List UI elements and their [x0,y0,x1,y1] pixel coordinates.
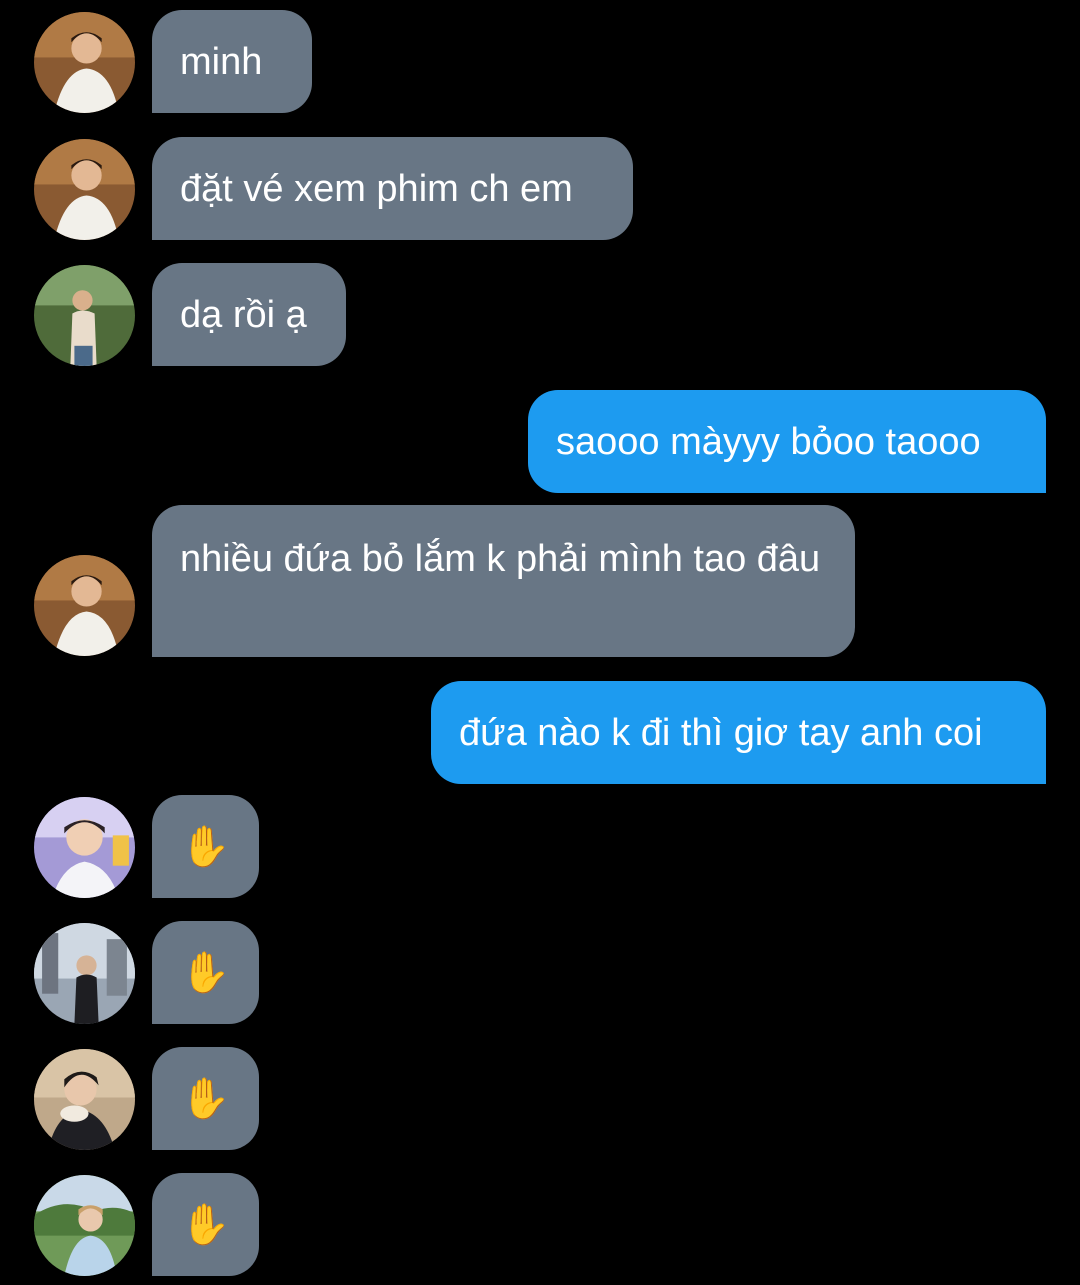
raised-hand-emoji: ✋ [180,950,231,995]
message-text: đặt vé xem phim ch em [180,167,573,210]
avatar-user-a[interactable] [34,555,135,656]
message-bubble-incoming[interactable]: ✋ [152,795,259,898]
message-bubble-incoming[interactable]: ✋ [152,1047,259,1150]
avatar-user-a[interactable] [34,12,135,113]
avatar-user-f[interactable] [34,1175,135,1276]
message-bubble-incoming[interactable]: minh [152,10,312,113]
avatar-user-e[interactable] [34,1049,135,1150]
message-text: đứa nào k đi thì giơ tay anh coi [459,711,983,754]
message-text: saooo màyyy bỏoo taooo [556,420,981,463]
message-bubble-incoming[interactable]: ✋ [152,921,259,1024]
raised-hand-emoji: ✋ [180,824,231,869]
message-bubble-outgoing[interactable]: saooo màyyy bỏoo taooo [528,390,1046,493]
message-bubble-incoming[interactable]: nhiều đứa bỏ lắm k phải mình tao đâu [152,505,855,657]
message-text: nhiều đứa bỏ lắm k phải mình tao đâu [180,538,821,580]
message-text: dạ rồi ạ [180,293,307,336]
raised-hand-emoji: ✋ [180,1202,231,1247]
avatar-user-a[interactable] [34,139,135,240]
message-bubble-outgoing[interactable]: đứa nào k đi thì giơ tay anh coi [431,681,1046,784]
message-bubble-incoming[interactable]: đặt vé xem phim ch em [152,137,633,240]
raised-hand-emoji: ✋ [180,1076,231,1121]
message-text: minh [180,40,263,83]
avatar-user-c[interactable] [34,797,135,898]
avatar-user-d[interactable] [34,923,135,1024]
message-bubble-incoming[interactable]: ✋ [152,1173,259,1276]
chat-screen: { "messages": [ {"id": "m1", "direction"… [0,0,1080,1285]
avatar-user-b[interactable] [34,265,135,366]
message-bubble-incoming[interactable]: dạ rồi ạ [152,263,346,366]
